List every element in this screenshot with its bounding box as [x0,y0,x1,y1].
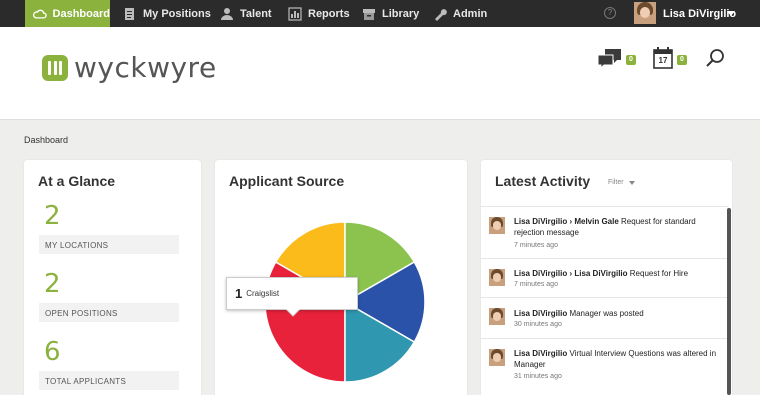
activity-item[interactable]: Lisa DiVirgilio › Lisa DiVirgilio Reques… [481,258,729,297]
activity-actor[interactable]: Lisa DiVirgilio [514,349,567,358]
activity-item[interactable]: Lisa DiVirgilio Virtual Interview Questi… [481,338,729,395]
activity-text: Manager was posted [569,309,644,318]
breadcrumb[interactable]: Dashboard [24,135,68,145]
search-icon[interactable] [705,48,725,68]
chart-icon [288,6,302,21]
nav-reports[interactable]: Reports [288,0,350,27]
nav-label-library: Library [382,7,420,20]
nav-label-reports: Reports [308,7,350,20]
nav-dashboard[interactable]: Dashboard [25,0,110,27]
open-positions-label[interactable]: OPEN POSITIONS [39,303,179,322]
document-icon [125,7,134,20]
activity-actor[interactable]: Lisa DiVirgilio [514,269,567,278]
avatar [489,308,505,325]
archive-icon [363,8,375,20]
avatar [489,269,505,286]
activity-item[interactable]: Lisa DiVirgilio › Melvin Gale Request fo… [481,206,729,258]
cloud-icon [33,9,47,19]
total-applicants-label[interactable]: TOTAL APPLICANTS [39,371,179,390]
pie-tooltip: 1 Craigslist [226,277,358,310]
nav-label-my-positions: My Positions [143,7,211,20]
wrench-icon [435,8,447,21]
activity-time: 7 minutes ago [514,242,558,249]
calendar-day: 17 [658,56,668,65]
filter-dropdown[interactable]: Filter [608,179,624,186]
tooltip-label: Craigslist [246,289,280,298]
at-a-glance-card: At a Glance 2 MY LOCATIONS 2 OPEN POSITI… [24,160,201,395]
logo-mark-icon [42,55,68,81]
nav-my-positions[interactable]: My Positions [123,0,211,27]
activity-actor[interactable]: Lisa DiVirgilio [514,217,567,226]
latest-activity-card: Latest Activity Filter Lisa DiVirgilio ›… [481,160,732,395]
activity-time: 7 minutes ago [514,281,558,288]
activity-target[interactable]: Lisa DiVirgilio [574,269,627,278]
activity-target[interactable]: Melvin Gale [574,217,618,226]
total-applicants-count: 6 [44,337,61,367]
activity-time: 31 minutes ago [514,373,562,380]
latest-activity-title: Latest Activity [495,173,591,189]
nav-label-talent: Talent [240,7,272,20]
at-a-glance-title: At a Glance [38,173,116,189]
nav-talent[interactable]: Talent [220,0,272,27]
user-avatar[interactable] [634,2,656,24]
activity-item[interactable]: Lisa DiVirgilio Manager was posted 30 mi… [481,297,729,338]
filter-caret-icon[interactable] [629,181,635,185]
tooltip-pointer [286,309,300,317]
person-icon [221,7,233,20]
nav-label-dashboard: Dashboard [52,7,110,20]
calendar-count-badge: 0 [677,55,687,65]
activity-time: 30 minutes ago [514,321,562,328]
activity-scrollbar[interactable] [727,208,731,395]
activity-actor[interactable]: Lisa DiVirgilio [514,309,567,318]
activity-text: Request for Hire [629,269,689,278]
open-positions-count: 2 [44,269,61,299]
help-icon[interactable]: ? [604,7,616,19]
nav-label-admin: Admin [453,7,488,20]
nav-admin[interactable]: Admin [433,0,487,27]
header: wyckwyre 0 17 0 [0,27,760,120]
messages-count-badge: 0 [626,55,636,65]
messages-icon[interactable] [597,48,623,70]
nav-library[interactable]: Library [362,0,419,27]
tooltip-value: 1 [235,286,243,301]
top-nav: Dashboard My Positions Talent Reports Li… [0,0,760,27]
user-name[interactable]: Lisa DiVirgilio [663,0,736,27]
applicant-source-title: Applicant Source [229,173,345,189]
avatar [489,349,505,366]
my-locations-label[interactable]: MY LOCATIONS [39,235,179,254]
user-menu-caret-icon[interactable] [727,11,735,16]
my-locations-count: 2 [44,201,61,231]
avatar [489,217,505,234]
logo-text: wyckwyre [74,51,217,84]
